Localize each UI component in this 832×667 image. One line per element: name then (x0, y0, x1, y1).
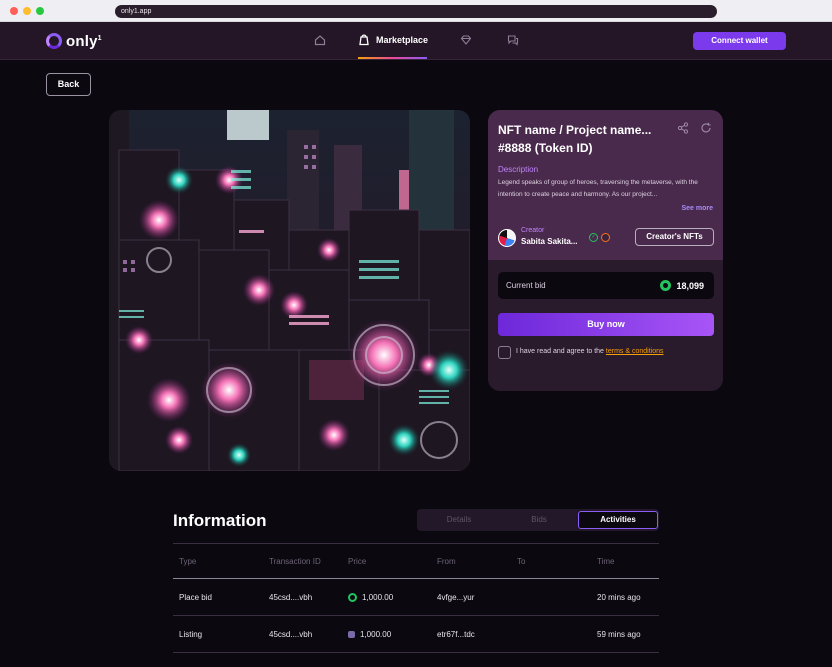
column-header-time: Time (597, 557, 615, 566)
column-header-from: From (437, 557, 456, 566)
brand-logo[interactable]: only1 (46, 32, 102, 50)
column-header-transaction-id: Transaction ID (269, 557, 321, 566)
marketplace-icon (358, 33, 370, 51)
column-header-to: To (517, 557, 526, 566)
creators-nfts-button[interactable]: Creator's NFTs (635, 228, 714, 246)
nft-title: NFT name / Project name... #8888 (Token … (498, 123, 652, 155)
cell-transaction-id[interactable]: 45csd....vbh (269, 593, 312, 602)
row-divider (173, 615, 659, 616)
description-text: Legend speaks of group of heroes, traver… (498, 179, 698, 198)
refresh-icon[interactable] (700, 122, 712, 137)
tab-bids[interactable]: Bids (499, 509, 579, 531)
information-title: Information (173, 511, 267, 530)
cell-price: 1,000.00 (348, 630, 391, 639)
table-header-divider (173, 578, 659, 579)
back-button[interactable]: Back (46, 73, 91, 96)
logo-ring-icon (46, 33, 62, 49)
table-divider (173, 543, 659, 544)
creator-badge-icon (601, 233, 610, 242)
tab-activities[interactable]: Activities (578, 511, 658, 529)
diamond-icon[interactable] (459, 34, 473, 48)
coin-icon (660, 280, 672, 291)
row-divider (173, 652, 659, 653)
brand-name: only1 (66, 32, 102, 50)
column-header-type: Type (179, 557, 197, 566)
home-icon[interactable] (313, 34, 327, 48)
column-header-price: Price (348, 557, 367, 566)
token-icon (348, 631, 355, 638)
verified-icon: ✓ (589, 233, 598, 242)
nft-artwork (109, 110, 470, 471)
address-bar[interactable]: only1.app (115, 5, 717, 18)
creator-name[interactable]: Sabita Sakita... (521, 237, 577, 246)
cell-from[interactable]: etr67f...tdc (437, 630, 475, 639)
active-nav-indicator (358, 57, 427, 59)
description-label: Description (498, 165, 539, 174)
price-value: 1,000.00 (360, 630, 392, 639)
creator-label: Creator (521, 227, 545, 234)
terms-checkbox[interactable] (498, 346, 511, 359)
terms-agreement: I have read and agree to the terms & con… (516, 348, 664, 355)
nft-detail-card: NFT name / Project name... #8888 (Token … (488, 110, 723, 391)
terms-link[interactable]: terms & conditions (606, 348, 664, 355)
price-value: 1,000.00 (362, 593, 394, 602)
minimize-window-icon[interactable] (23, 7, 31, 15)
nft-info-panel: NFT name / Project name... #8888 (Token … (488, 110, 723, 260)
cell-type: Listing (179, 630, 203, 639)
see-more-link[interactable]: See more (681, 205, 713, 212)
cell-time: 59 mins ago (597, 630, 641, 639)
nav-item-label: Marketplace (376, 35, 429, 45)
share-icon[interactable] (677, 122, 689, 137)
cell-type: Place bid (179, 593, 212, 602)
chat-icon[interactable] (506, 34, 520, 48)
bid-amount: 18,099 (676, 280, 704, 291)
browser-chrome: only1.app (0, 0, 832, 22)
maximize-window-icon[interactable] (36, 7, 44, 15)
current-bid-box: Current bid 18,099 (498, 272, 714, 299)
current-bid-label: Current bid (506, 281, 546, 290)
coin-icon (348, 593, 357, 602)
cell-from[interactable]: 4vfge...yur (437, 593, 474, 602)
creator-avatar[interactable] (498, 229, 516, 247)
buy-now-button[interactable]: Buy now (498, 313, 714, 336)
cell-price: 1,000.00 (348, 593, 393, 602)
tab-details[interactable]: Details (419, 509, 499, 531)
current-bid-value: 18,099 (660, 280, 704, 291)
connect-wallet-button[interactable]: Connect wallet (693, 32, 786, 50)
cell-time: 20 mins ago (597, 593, 641, 602)
info-tabs: Details Bids Activities (417, 509, 659, 531)
close-window-icon[interactable] (10, 7, 18, 15)
cell-transaction-id[interactable]: 45csd....vbh (269, 630, 312, 639)
nav-item-marketplace[interactable]: Marketplace (358, 30, 428, 60)
